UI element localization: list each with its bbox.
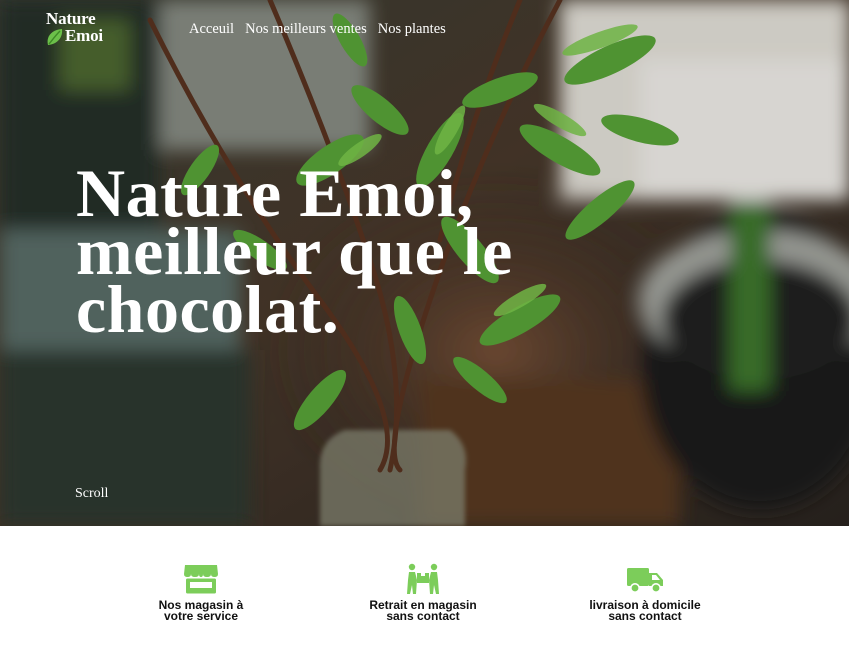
hero-headline: Nature Emoi, meilleur que le chocolat.	[76, 159, 596, 347]
services-section: Nos magasin à votre service Retrait en m…	[0, 526, 849, 654]
service-label: Nos magasin à votre service	[158, 598, 244, 623]
hero-section: Nature Emoi Acceuil Nos meilleurs ventes…	[0, 0, 849, 526]
people-carrying-box-icon	[407, 563, 439, 594]
service-label: Retrait en magasin sans contact	[369, 598, 477, 623]
nav-link-best-sellers[interactable]: Nos meilleurs ventes	[245, 20, 367, 38]
hero-headline-line: chocolat.	[76, 271, 340, 347]
service-pickup: Retrait en magasin sans contact	[343, 562, 503, 622]
main-nav: Acceuil Nos meilleurs ventes Nos plantes	[189, 20, 446, 38]
leaf-icon	[47, 29, 63, 45]
nav-link-plants[interactable]: Nos plantes	[378, 20, 446, 38]
store-icon	[184, 565, 218, 594]
service-delivery: livraison à domicile sans contact	[565, 562, 725, 622]
scroll-link[interactable]: Scroll	[75, 486, 108, 502]
brand-logo[interactable]: Nature Emoi	[45, 10, 119, 46]
brand-name-line2: Emoi	[65, 26, 103, 45]
delivery-truck-icon	[627, 568, 663, 593]
nav-link-acceuil[interactable]: Acceuil	[189, 20, 234, 38]
brand-name-line1: Nature	[46, 9, 96, 28]
service-label: livraison à domicile sans contact	[589, 598, 701, 623]
service-store: Nos magasin à votre service	[121, 562, 281, 622]
